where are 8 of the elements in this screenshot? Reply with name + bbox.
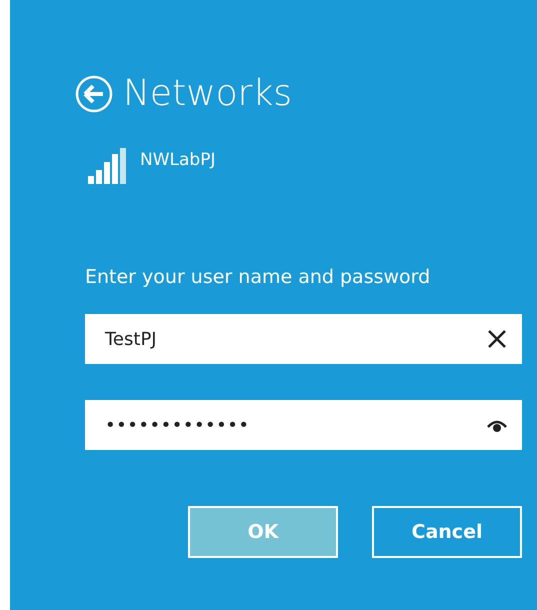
page-title: Networks (123, 72, 292, 116)
username-field[interactable]: TestPJ (85, 314, 522, 364)
password-field[interactable]: ••••••••••••• (85, 400, 522, 450)
signal-icon (88, 148, 128, 184)
credentials-prompt: Enter your user name and password (85, 266, 432, 288)
network-name: NWLabPJ (140, 150, 216, 170)
back-icon[interactable] (75, 75, 113, 113)
clear-icon[interactable] (486, 328, 508, 350)
